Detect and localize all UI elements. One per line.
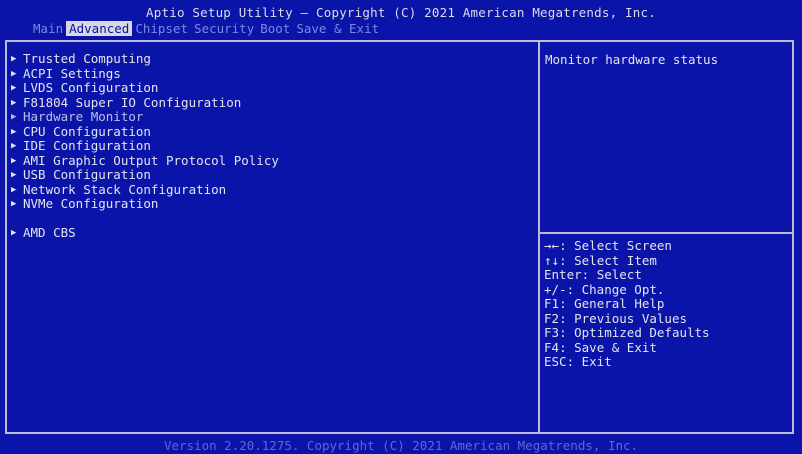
item-label: Network Stack Configuration <box>23 181 227 197</box>
key-hint-select-screen: →←: Select Screen <box>544 238 710 254</box>
item-label: Trusted Computing <box>23 51 151 66</box>
key-label: F2 <box>544 310 560 326</box>
vertical-divider <box>538 40 540 434</box>
header-bar: Aptio Setup Utility – Copyright (C) 2021… <box>0 0 802 38</box>
key-hint-select-item: ↑↓: Select Item <box>544 252 710 269</box>
key-description: : Exit <box>566 354 612 369</box>
key-legend: →←: Select Screen ↑↓: Select Item Enter:… <box>544 238 710 370</box>
item-label: USB Configuration <box>23 167 151 182</box>
submenu-arrow-icon: ▶ <box>11 68 17 79</box>
submenu-arrow-icon: ▶ <box>11 228 17 238</box>
item-label: LVDS Configuration <box>23 80 159 95</box>
list-item-cpu-configuration[interactable]: ▶ CPU Configuration <box>11 123 531 140</box>
key-description: : Select Screen <box>559 238 672 253</box>
key-hint-save-exit: F4: Save & Exit <box>544 339 710 356</box>
item-label: IDE Configuration <box>23 138 151 153</box>
list-item-amd-cbs[interactable]: ▶ AMD CBS <box>11 225 531 241</box>
list-item-network-stack-configuration[interactable]: ▶ Network Stack Configuration <box>11 181 531 198</box>
key-hint-general-help: F1: General Help <box>544 296 710 312</box>
submenu-arrow-icon: ▶ <box>11 141 17 151</box>
key-hint-previous-values: F2: Previous Values <box>544 310 710 327</box>
help-description: Monitor hardware status <box>545 52 719 67</box>
tab-chipset[interactable]: Chipset <box>132 21 191 36</box>
item-label: Hardware Monitor <box>23 109 144 124</box>
list-item-graphic-output-policy[interactable]: ▶ AMI Graphic Output Protocol Policy <box>11 152 531 169</box>
key-label: ESC <box>544 354 567 369</box>
submenu-arrow-icon: ▶ <box>11 97 17 108</box>
list-item-trusted-computing[interactable]: ▶ Trusted Computing <box>11 51 531 67</box>
key-hint-enter: Enter: Select <box>544 267 710 283</box>
submenu-arrow-icon: ▶ <box>11 126 17 137</box>
key-description: : Change Opt. <box>566 281 665 297</box>
submenu-arrow-icon: ▶ <box>11 112 17 122</box>
item-label: ACPI Settings <box>23 65 121 81</box>
submenu-arrow-icon: ▶ <box>11 155 17 166</box>
key-hint-exit: ESC: Exit <box>544 354 710 370</box>
item-label: AMD CBS <box>23 225 76 240</box>
list-item-usb-configuration[interactable]: ▶ USB Configuration <box>11 167 531 183</box>
list-item-super-io-configuration[interactable]: ▶ F81804 Super IO Configuration <box>11 94 531 111</box>
key-label: F1 <box>544 296 560 311</box>
submenu-arrow-icon: ▶ <box>11 83 17 93</box>
tab-advanced[interactable]: Advanced <box>66 21 133 36</box>
submenu-arrow-icon: ▶ <box>11 170 17 180</box>
tab-save-exit[interactable]: Save & Exit <box>293 21 382 36</box>
key-hint-optimized-defaults: F3: Optimized Defaults <box>544 325 710 341</box>
list-item-hardware-monitor[interactable]: ▶ Hardware Monitor <box>11 109 531 125</box>
tab-main[interactable]: Main <box>30 21 66 36</box>
item-label: NVMe Configuration <box>23 196 159 211</box>
key-label: ↑↓ <box>544 252 560 268</box>
submenu-arrow-icon: ▶ <box>11 199 17 209</box>
submenu-arrow-icon: ▶ <box>11 184 17 195</box>
key-hint-change-option: +/-: Change Opt. <box>544 281 710 298</box>
page-title: Aptio Setup Utility – Copyright (C) 2021… <box>146 5 656 20</box>
version-footer: Version 2.20.1275. Copyright (C) 2021 Am… <box>163 438 639 453</box>
list-item-lvds-configuration[interactable]: ▶ LVDS Configuration <box>11 80 531 96</box>
tab-boot[interactable]: Boot <box>257 21 293 36</box>
key-description: : General Help <box>559 296 665 311</box>
key-description: : Select <box>581 267 642 282</box>
list-item-nvme-configuration[interactable]: ▶ NVMe Configuration <box>11 196 531 212</box>
key-label: F3 <box>544 325 560 340</box>
key-label: +/- <box>544 281 567 297</box>
tab-security[interactable]: Security <box>191 21 257 36</box>
key-description: : Select Item <box>559 252 657 268</box>
key-label: Enter <box>544 267 582 282</box>
key-description: : Save & Exit <box>559 339 657 355</box>
key-label: →← <box>544 238 560 253</box>
submenu-arrow-icon: ▶ <box>11 54 17 64</box>
top-menu: Main Advanced Chipset Security Boot Save… <box>30 21 382 36</box>
advanced-menu-list: ▶ Trusted Computing ▶ ACPI Settings ▶ LVDS … <box>11 51 531 241</box>
key-description: : Optimized Defaults <box>559 325 710 340</box>
key-label: F4 <box>544 339 560 355</box>
key-description: : Previous Values <box>559 310 687 326</box>
item-label: CPU Configuration <box>23 123 151 139</box>
list-item-acpi-settings[interactable]: ▶ ACPI Settings <box>11 65 531 82</box>
help-divider <box>540 232 794 234</box>
item-label: F81804 Super IO Configuration <box>23 94 242 110</box>
item-label: AMI Graphic Output Protocol Policy <box>23 152 279 168</box>
list-item-ide-configuration[interactable]: ▶ IDE Configuration <box>11 138 531 154</box>
